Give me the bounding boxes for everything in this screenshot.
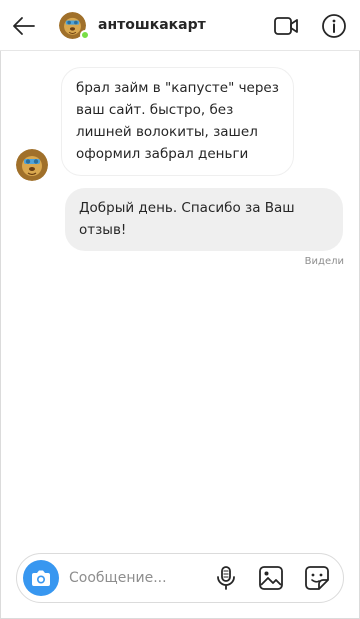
sticker-icon [305, 566, 329, 590]
voice-message-button[interactable] [213, 565, 239, 591]
gallery-button[interactable] [258, 565, 284, 591]
image-icon [259, 566, 283, 590]
arrow-left-icon [13, 17, 35, 35]
chat-username[interactable]: антошкакарт [98, 16, 206, 34]
back-button[interactable] [10, 12, 38, 40]
microphone-icon [217, 566, 235, 590]
camera-icon [32, 570, 50, 586]
message-input[interactable] [69, 566, 209, 590]
seen-status: Видели [304, 256, 344, 267]
lion-avatar-icon [16, 149, 48, 181]
info-button[interactable] [320, 12, 348, 40]
online-indicator [80, 30, 90, 40]
camera-button[interactable] [23, 560, 59, 596]
outgoing-message[interactable]: Добрый день. Спасибо за Ваш отзыв! [65, 188, 343, 251]
video-camera-icon [274, 17, 298, 35]
message-avatar[interactable] [16, 149, 48, 181]
message-composer [16, 553, 344, 603]
sticker-button[interactable] [304, 565, 330, 591]
incoming-message[interactable]: брал займ в "капусте" через ваш сайт. бы… [61, 67, 294, 176]
chat-header: антошкакарт [0, 0, 360, 51]
video-call-button[interactable] [272, 12, 300, 40]
info-icon [322, 14, 346, 38]
